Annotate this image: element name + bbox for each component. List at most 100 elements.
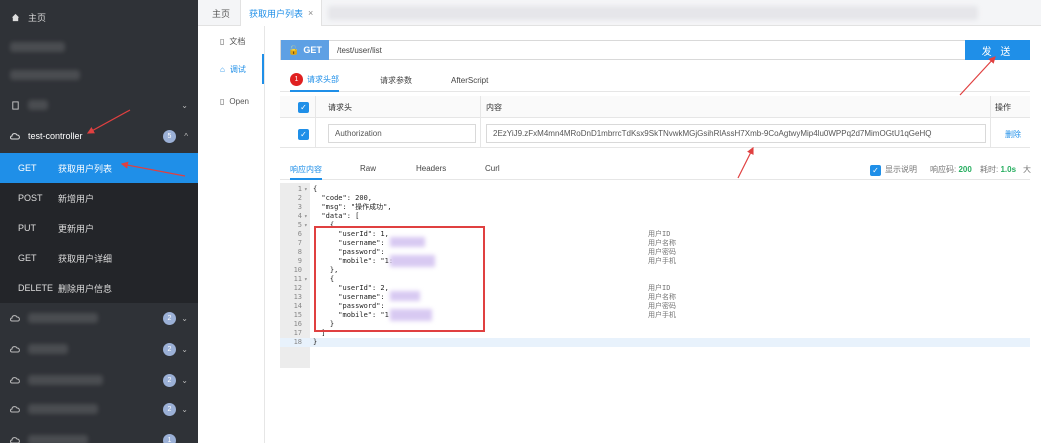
tab-home[interactable]: 主页: [212, 0, 230, 26]
sidebar-item-blurred[interactable]: [0, 32, 198, 62]
field-description: 用户名称: [648, 239, 676, 247]
tab-request-headers[interactable]: 1 请求头部: [290, 68, 339, 92]
subnav-debug[interactable]: ⌂ 调试: [198, 54, 264, 84]
line-number: 17: [293, 329, 302, 337]
select-all-checkbox[interactable]: ✓: [298, 102, 309, 113]
subnav-open[interactable]: ▯ Open: [198, 86, 264, 116]
sidebar-group-blurred[interactable]: 2 ⌄: [0, 303, 198, 333]
fold-icon[interactable]: ▾: [304, 185, 308, 194]
debug-icon: ⌂: [220, 64, 225, 74]
cloud-icon: [10, 344, 20, 354]
url-bar: 🔓 GET /test/user/list: [280, 40, 1030, 60]
col-header-action: 操作: [995, 103, 1011, 112]
tab-after-script[interactable]: AfterScript: [451, 68, 488, 92]
sidebar-group-blurred[interactable]: 2 ⌄: [0, 334, 198, 364]
sidebar-home-label: 主页: [28, 12, 47, 23]
subnav-open-label: Open: [229, 96, 249, 106]
sub-nav: ▯ 文档 ⌂ 调试 ▯ Open: [198, 26, 265, 443]
divider: [315, 96, 316, 148]
sidebar-item-blurred[interactable]: [0, 60, 198, 90]
endpoint-method: PUT: [18, 223, 36, 233]
line-number: 2: [297, 194, 302, 202]
sidebar-group-blurred[interactable]: 2 ⌄: [0, 365, 198, 395]
endpoint-method: GET: [18, 253, 37, 263]
tab-curl[interactable]: Curl: [485, 164, 500, 173]
tab-raw[interactable]: Raw: [360, 164, 376, 173]
chevron-up-icon: ^: [184, 131, 188, 141]
tab-label: 请求头部: [307, 74, 339, 84]
header-table: ✓ 请求头 内容 操作 ✓ Authorization 2EzYiJ9.zFxM…: [280, 96, 1030, 152]
count-badge: 2: [163, 342, 176, 356]
endpoint-name: 删除用户信息: [58, 283, 113, 294]
tab-label: 请求参数: [380, 75, 412, 85]
step-marker: 1: [290, 72, 303, 86]
blurred-label: [10, 70, 80, 80]
sidebar: 主页 ⌄ test-controller 5 ^ GET 获取用户列表 POST…: [0, 0, 198, 443]
chevron-down-icon: ⌄: [181, 344, 188, 354]
line-number: 8: [297, 248, 302, 256]
tab-response-content[interactable]: 响应内容: [290, 164, 322, 180]
field-description: 用户密码: [648, 248, 676, 256]
endpoint-post-add-user[interactable]: POST 新增用户: [0, 183, 198, 213]
blurred-label: [28, 375, 103, 385]
show-desc-checkbox[interactable]: ✓: [870, 165, 881, 176]
endpoint-put-update-user[interactable]: PUT 更新用户: [0, 213, 198, 243]
fold-icon[interactable]: ▾: [304, 275, 308, 284]
url-input[interactable]: /test/user/list: [337, 46, 382, 55]
endpoint-get-user-list[interactable]: GET 获取用户列表: [0, 153, 198, 183]
request-tabs: 1 请求头部 请求参数 AfterScript: [280, 68, 1030, 92]
status-value: 200: [958, 165, 972, 174]
cloud-icon: [10, 435, 20, 443]
line-number: 5: [297, 221, 302, 229]
line-number: 14: [293, 302, 302, 310]
line-number: 13: [293, 293, 302, 301]
cloud-icon: [10, 375, 20, 385]
home-icon: [10, 12, 20, 22]
method-selector[interactable]: 🔓 GET: [281, 40, 329, 60]
blurred-label: [28, 344, 68, 354]
sidebar-group-blurred[interactable]: 2 ⌄: [0, 394, 198, 424]
close-icon[interactable]: ×: [308, 8, 313, 18]
code-line: 4 ▾ "data": [: [280, 212, 1030, 221]
divider: [990, 96, 991, 148]
chevron-down-icon: ⌄: [181, 404, 188, 414]
endpoint-delete-user[interactable]: DELETE 删除用户信息: [0, 273, 198, 303]
header-value-input[interactable]: 2EzYiJ9.zFxM4mn4MRoDnD1mbrrcTdKsx9SkTNvw…: [486, 124, 986, 143]
tab-home-label: 主页: [212, 8, 231, 19]
document-icon: ▯: [220, 36, 225, 46]
line-number: 16: [293, 320, 302, 328]
line-number: 7: [297, 239, 302, 247]
tab-request-params[interactable]: 请求参数: [380, 68, 412, 92]
sidebar-item-blurred[interactable]: ⌄: [0, 90, 198, 120]
show-desc-label: 显示说明: [885, 165, 917, 174]
cloud-icon: [10, 404, 20, 414]
cloud-icon: [10, 313, 20, 323]
field-description: 用户名称: [648, 293, 676, 301]
fold-icon[interactable]: ▾: [304, 212, 308, 221]
tab-get-user-list[interactable]: 获取用户列表 ×: [240, 0, 323, 26]
endpoint-method: POST: [18, 193, 43, 203]
tab-label: 获取用户列表: [249, 8, 304, 19]
col-header-name: 请求头: [328, 103, 352, 112]
divider: [480, 96, 481, 148]
endpoint-method: DELETE: [18, 283, 54, 293]
endpoint-name: 获取用户列表: [58, 163, 113, 174]
header-name-input[interactable]: Authorization: [328, 124, 476, 143]
endpoint-name: 获取用户详细: [58, 253, 113, 264]
line-number: 11: [293, 275, 302, 283]
send-button[interactable]: 发 送: [965, 40, 1030, 60]
sidebar-home[interactable]: 主页: [0, 2, 198, 32]
fold-icon[interactable]: ▾: [304, 221, 308, 230]
delete-link[interactable]: 删除: [1005, 129, 1021, 140]
row-checkbox[interactable]: ✓: [298, 129, 309, 140]
tab-headers[interactable]: Headers: [416, 164, 446, 173]
time-label: 耗时:: [980, 165, 999, 174]
response-tabs: 响应内容 Raw Headers Curl ✓ 显示说明 响应码: 200 耗时…: [280, 160, 1031, 180]
sidebar-group-blurred[interactable]: 1: [0, 425, 198, 443]
endpoint-get-user-detail[interactable]: GET 获取用户详细: [0, 243, 198, 273]
subnav-doc[interactable]: ▯ 文档: [198, 26, 264, 56]
group-label: test-controller: [28, 131, 83, 141]
document-icon: [10, 100, 20, 110]
status-label: 响应码:: [930, 165, 957, 174]
sidebar-group-test-controller[interactable]: test-controller 5 ^: [0, 121, 198, 151]
